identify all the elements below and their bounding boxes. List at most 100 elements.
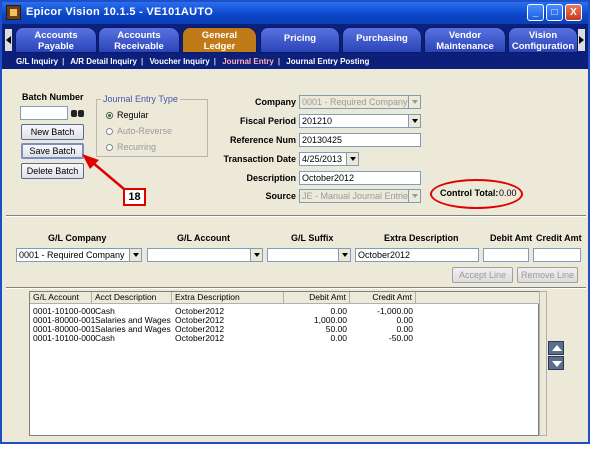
company-select-value: 0001 - Required Company xyxy=(302,97,408,107)
tab-label-line2: Payable xyxy=(38,41,74,52)
tab-label-line2: Ledger xyxy=(203,41,236,52)
title-bar: Epicor Vision 10.1.5 - VE101AUTO _ □ X xyxy=(2,2,588,24)
accept-line-button[interactable]: Accept Line xyxy=(452,267,513,283)
col-extra-description[interactable]: Extra Description xyxy=(172,292,284,304)
line-credit-amt-input[interactable] xyxy=(533,248,581,262)
source-select-value: JE - Manual Journal Entries xyxy=(302,191,413,201)
row-extra-description: October2012 xyxy=(175,333,225,343)
col-debit-amt[interactable]: Debit Amt xyxy=(284,292,350,304)
radio-regular[interactable]: Regular xyxy=(106,110,149,120)
radio-recurring-label: Recurring xyxy=(117,142,157,152)
line-debit-amt-input[interactable] xyxy=(483,248,529,262)
radio-regular-label: Regular xyxy=(117,110,149,120)
tab-label-line2: Receivable xyxy=(114,41,164,52)
company-label: Company xyxy=(254,97,296,107)
source-select[interactable]: JE - Manual Journal Entries xyxy=(299,189,421,203)
move-down-arrow-icon[interactable] xyxy=(548,356,564,370)
save-batch-button[interactable]: Save Batch xyxy=(21,143,84,159)
fiscal-period-select[interactable]: 201210 xyxy=(299,114,421,128)
tab-label-line1: Vision xyxy=(528,30,558,41)
window-title: Epicor Vision 10.1.5 - VE101AUTO xyxy=(26,6,214,18)
col-filler xyxy=(416,292,540,304)
line-gl-company-value: 0001 - Required Company xyxy=(19,250,125,260)
tab-scroll-right-icon[interactable] xyxy=(578,29,585,51)
tab-vendor-maintenance[interactable]: Vendor Maintenance xyxy=(424,27,506,53)
gl-company-header: G/L Company xyxy=(48,233,107,243)
section-divider xyxy=(6,215,586,217)
close-button[interactable]: X xyxy=(565,4,582,21)
tab-label-line1: Pricing xyxy=(283,33,317,44)
chevron-down-icon xyxy=(346,153,358,165)
minimize-button[interactable]: _ xyxy=(527,4,544,21)
gl-suffix-header: G/L Suffix xyxy=(291,233,334,243)
line-extra-description-input[interactable]: October2012 xyxy=(355,248,479,262)
step-callout: 18 xyxy=(123,188,146,206)
col-credit-amt[interactable]: Credit Amt xyxy=(350,292,416,304)
line-gl-company-select[interactable]: 0001 - Required Company xyxy=(16,248,142,262)
company-select[interactable]: 0001 - Required Company xyxy=(299,95,421,109)
extra-description-header: Extra Description xyxy=(384,233,459,243)
radio-auto-reverse-label: Auto-Reverse xyxy=(117,126,173,136)
tab-label-line1: Purchasing xyxy=(356,33,408,44)
line-gl-suffix-select[interactable] xyxy=(267,248,351,262)
subnav-journal-entry[interactable]: Journal Entry xyxy=(222,57,274,66)
binoculars-search-icon[interactable] xyxy=(69,106,85,120)
tab-general-ledger[interactable]: General Ledger xyxy=(182,27,257,53)
tab-label-line1: Vendor xyxy=(448,30,482,41)
radio-recurring-icon xyxy=(106,144,113,151)
debit-amt-header: Debit Amt xyxy=(490,233,533,243)
reference-num-input[interactable]: 20130425 xyxy=(299,133,421,147)
batch-number-label: Batch Number xyxy=(22,92,84,102)
source-label: Source xyxy=(265,191,296,201)
remove-line-button[interactable]: Remove Line xyxy=(517,267,578,283)
gl-subnav: G/L Inquiry | A/R Detail Inquiry | Voucher… xyxy=(2,54,588,69)
app-window: Epicor Vision 10.1.5 - VE101AUTO _ □ X A… xyxy=(0,0,590,444)
module-tabs: Accounts Payable Accounts Receivable Gen… xyxy=(2,24,588,54)
subnav-ar-detail-inquiry[interactable]: A/R Detail Inquiry xyxy=(70,57,137,66)
maximize-button[interactable]: □ xyxy=(546,4,563,21)
batch-number-input[interactable] xyxy=(20,106,68,120)
subnav-gl-inquiry[interactable]: G/L Inquiry xyxy=(16,57,58,66)
description-input[interactable]: October2012 xyxy=(299,171,421,185)
tab-accounts-receivable[interactable]: Accounts Receivable xyxy=(98,27,180,53)
col-gl-account[interactable]: G/L Account xyxy=(30,292,92,304)
grid-scrollbar[interactable] xyxy=(539,291,547,436)
line-gl-account-select[interactable] xyxy=(147,248,263,262)
chevron-down-icon xyxy=(338,249,350,261)
radio-regular-icon xyxy=(106,112,113,119)
subnav-journal-entry-posting[interactable]: Journal Entry Posting xyxy=(286,57,369,66)
credit-amt-header: Credit Amt xyxy=(536,233,582,243)
tab-accounts-payable[interactable]: Accounts Payable xyxy=(15,27,97,53)
tab-vision-configuration[interactable]: Vision Configuration xyxy=(508,27,578,53)
app-icon xyxy=(6,5,21,20)
subnav-voucher-inquiry[interactable]: Voucher Inquiry xyxy=(149,57,209,66)
tab-pricing[interactable]: Pricing xyxy=(260,27,340,53)
journal-lines-table: G/L Account Acct Description Extra Descr… xyxy=(29,291,540,436)
chevron-down-icon xyxy=(408,190,420,202)
row-debit-amt: 0.00 xyxy=(330,333,347,343)
row-acct-description: Cash xyxy=(95,333,115,343)
fiscal-period-value: 201210 xyxy=(302,116,333,126)
gl-account-header: G/L Account xyxy=(177,233,231,243)
tab-label-line2: Maintenance xyxy=(436,41,494,52)
delete-batch-button[interactable]: Delete Batch xyxy=(21,163,84,179)
row-gl-account: 0001-10100-000 xyxy=(33,333,96,343)
tab-label-line1: Accounts xyxy=(117,30,161,41)
journal-entry-type-title: Journal Entry Type xyxy=(101,94,180,104)
new-batch-button[interactable]: New Batch xyxy=(21,124,84,140)
radio-auto-reverse[interactable]: Auto-Reverse xyxy=(106,126,172,136)
transaction-date-value: 4/25/2013 xyxy=(302,154,343,164)
radio-auto-reverse-icon xyxy=(106,128,113,135)
radio-recurring[interactable]: Recurring xyxy=(106,142,156,152)
col-acct-description[interactable]: Acct Description xyxy=(92,292,172,304)
tab-scroll-left-icon[interactable] xyxy=(5,29,12,51)
control-total-label: Control Total: xyxy=(440,188,499,198)
tab-label-line2: Configuration xyxy=(511,41,575,52)
move-up-arrow-icon[interactable] xyxy=(548,341,564,355)
chevron-down-icon xyxy=(408,115,420,127)
transaction-date-label: Transaction Date xyxy=(223,154,296,164)
tab-purchasing[interactable]: Purchasing xyxy=(342,27,422,53)
control-total-value: 0.00 xyxy=(499,188,517,198)
transaction-date-select[interactable]: 4/25/2013 xyxy=(299,152,359,166)
row-credit-amt: -50.00 xyxy=(388,333,413,343)
